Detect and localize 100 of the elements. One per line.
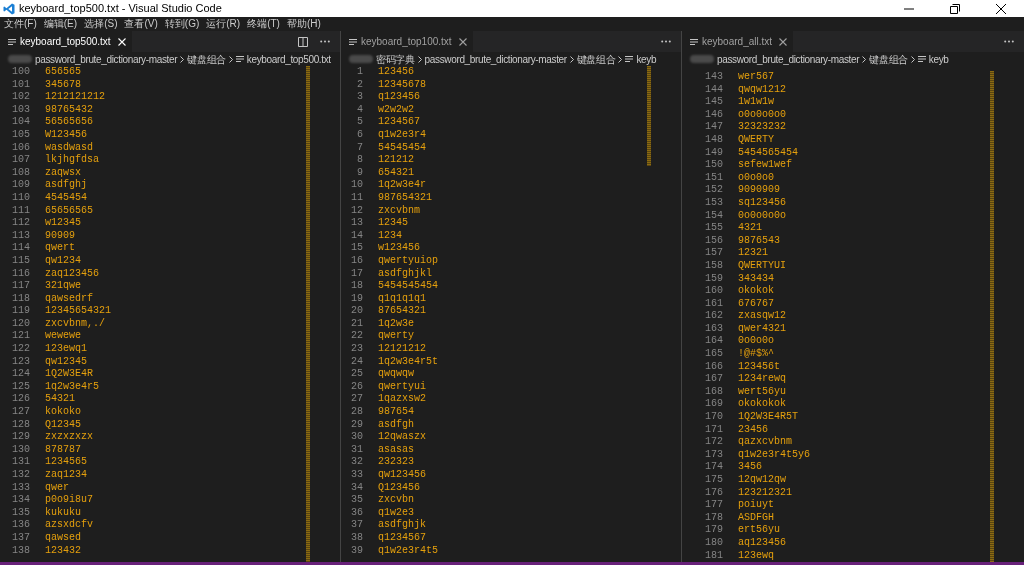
code-line: lkjhgfdsa <box>45 154 99 167</box>
line-number: 179 <box>704 524 723 537</box>
line-number: 157 <box>704 247 723 260</box>
breadcrumb-item[interactable]: password_brute_dictionary-master <box>424 52 567 66</box>
editor-tab[interactable]: keyboard_top500.txt <box>0 31 132 52</box>
line-number: 171 <box>704 423 723 437</box>
code-line: 23456 <box>738 423 768 436</box>
code-line: ert56yu <box>738 524 780 537</box>
line-number: 163 <box>704 322 723 336</box>
menu-item[interactable]: 查看(V) <box>124 19 158 29</box>
code-line: 56565656 <box>45 116 93 129</box>
code-line: qazxcvbnm <box>738 436 792 449</box>
code-line: poiuyt <box>738 499 774 512</box>
line-number: 110 <box>11 191 30 205</box>
code-line: kokoko <box>45 406 81 419</box>
more-actions-icon[interactable] <box>1004 40 1014 43</box>
breadcrumb-item[interactable]: password_brute_dictionary-master <box>35 52 178 66</box>
code-line: azsxdcfv <box>45 519 93 532</box>
code-line: qawsed <box>45 531 81 545</box>
line-number: 118 <box>11 292 30 306</box>
menu-item[interactable]: 帮助(H) <box>286 19 321 29</box>
code-line: qwer <box>45 481 69 494</box>
line-number: 7 <box>356 141 363 155</box>
code-line: q1w2e3r4t5y6 <box>738 448 810 462</box>
line-number: 126 <box>11 393 30 407</box>
code-line: 656565 <box>45 66 81 79</box>
breadcrumb-item[interactable]: 密码字典 <box>376 52 415 66</box>
code-line: asdfghjkl <box>378 267 432 281</box>
line-number: 100 <box>11 66 30 79</box>
menu-item[interactable]: 终端(T) <box>247 19 280 29</box>
close-icon[interactable] <box>458 37 467 46</box>
line-number: 112 <box>11 217 30 230</box>
line-number: 138 <box>11 544 30 558</box>
code-line: 0o0o0o <box>738 335 774 348</box>
line-number: 176 <box>704 486 723 500</box>
file-lines-icon <box>917 55 926 63</box>
line-number: 130 <box>11 443 30 457</box>
code-line: 12qwaszx <box>378 431 426 444</box>
code-line: 12321 <box>738 247 768 260</box>
more-actions-icon[interactable] <box>320 40 330 43</box>
code-line: 1234 <box>378 229 402 243</box>
code-line: 1234567 <box>378 116 420 129</box>
line-number: 22 <box>350 330 363 344</box>
menu-item[interactable]: 编辑(E) <box>43 19 78 29</box>
menu-item[interactable]: 文件(F) <box>4 19 37 29</box>
breadcrumb-item[interactable]: 键盘组合 <box>187 52 226 66</box>
code-line: 32323232 <box>738 121 786 134</box>
split-editor-icon[interactable] <box>298 36 308 47</box>
breadcrumb-item[interactable]: keyb <box>636 52 657 66</box>
code-line: q1w2e3r4t5 <box>378 544 438 558</box>
line-number: 4 <box>356 103 363 117</box>
breadcrumb-item[interactable]: keyb <box>928 52 949 66</box>
chevron-right-icon <box>862 55 867 63</box>
line-number: 136 <box>11 519 30 532</box>
line-number: 124 <box>11 368 30 381</box>
code-line: ASDFGH <box>738 511 774 525</box>
line-number: 108 <box>11 166 30 180</box>
code-line: q1w2e3 <box>378 506 414 519</box>
line-number: 39 <box>350 544 363 558</box>
code-line: q1w2e3r4 <box>378 128 426 142</box>
breadcrumb-item[interactable]: 键盘组合 <box>576 52 616 66</box>
line-number: 122 <box>11 343 30 356</box>
breadcrumb-item[interactable]: password_brute_dictionary-master <box>717 52 860 66</box>
code-line: qw12345 <box>45 355 87 369</box>
close-icon[interactable] <box>779 37 788 46</box>
menu-item[interactable]: 转到(G) <box>164 19 200 29</box>
line-number: 143 <box>704 71 723 84</box>
line-number: 150 <box>704 159 723 172</box>
menu-item[interactable]: 运行(R) <box>206 19 241 29</box>
code-line: o0o0o0o0 <box>738 108 786 122</box>
menu-item[interactable]: 选择(S) <box>84 19 118 29</box>
breadcrumb-item[interactable]: 键盘组合 <box>869 52 908 66</box>
code-line: w123456 <box>378 242 420 255</box>
editor-tab[interactable]: keyboard_all.txt <box>682 31 794 52</box>
chevron-right-icon <box>417 55 422 63</box>
line-number: 23 <box>350 343 363 356</box>
code-line: 12345678 <box>378 78 426 92</box>
line-number: 180 <box>704 536 723 550</box>
code-line: o0o0o0 <box>738 171 774 185</box>
editor-tab[interactable]: keyboard_top100.txt <box>341 31 473 52</box>
code-line: 9876543 <box>738 234 780 248</box>
line-number: 144 <box>704 83 723 97</box>
line-number: 104 <box>11 116 30 129</box>
chevron-right-icon <box>569 55 574 63</box>
line-number: 172 <box>704 436 723 449</box>
line-number: 29 <box>350 418 363 432</box>
line-number: 154 <box>704 209 723 223</box>
more-actions-icon[interactable] <box>661 40 671 43</box>
redacted-path <box>349 55 373 63</box>
line-number: 103 <box>11 103 30 117</box>
code-line: qwert <box>45 242 75 255</box>
breadcrumb-item[interactable]: keyboard_top500.txt <box>246 52 331 66</box>
line-number: 175 <box>704 474 723 487</box>
line-number: 6 <box>356 128 363 142</box>
line-number: 15 <box>350 242 363 255</box>
code-line: 123432 <box>45 544 81 558</box>
code-line: QWERTYUI <box>738 259 786 273</box>
line-number: 101 <box>11 78 30 92</box>
code-line: zaq123456 <box>45 267 99 281</box>
line-number: 116 <box>11 267 30 281</box>
